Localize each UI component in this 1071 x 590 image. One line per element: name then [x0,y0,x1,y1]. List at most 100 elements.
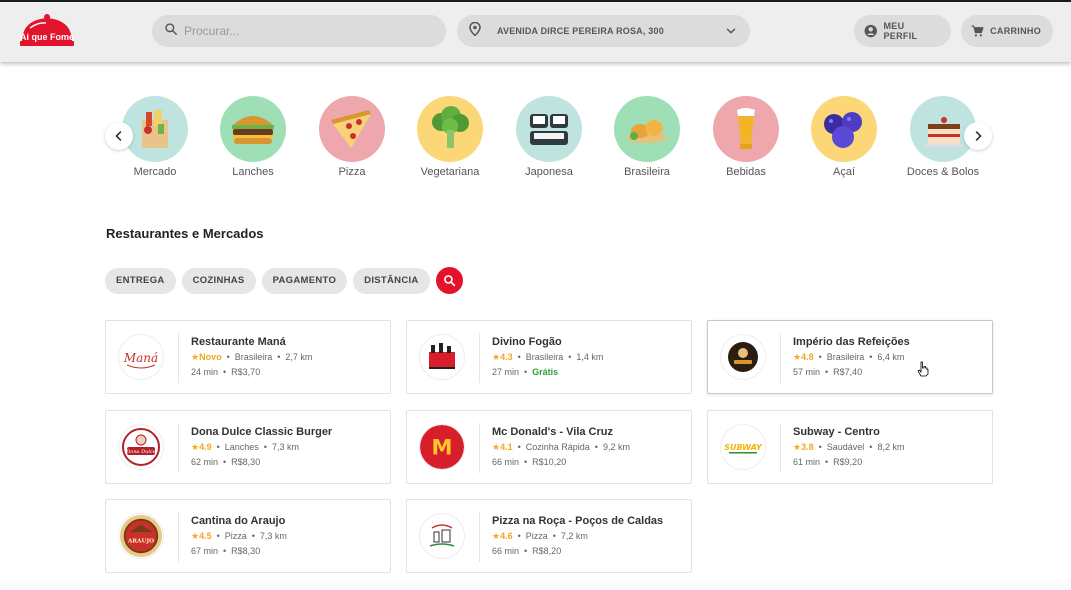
restaurant-card[interactable]: M Mc Donald's - Vila Cruz ★4.1 • Cozinha R… [406,410,692,484]
svg-text:M: M [432,435,453,460]
category-lanches[interactable]: Lanches [208,96,298,178]
category-acai[interactable]: Açaí [799,96,889,178]
location-pin-icon [469,21,481,41]
restaurant-logo [720,334,766,380]
address-text: AVENIDA DIRCE PEREIRA ROSA, 300 [497,26,664,36]
restaurant-distance: 9,2 km [602,442,630,452]
search-bar[interactable] [152,15,446,47]
svg-text:Maná: Maná [123,351,158,365]
restaurant-rating: 4.6 [500,531,513,541]
restaurant-name: Restaurante Maná [191,336,286,348]
restaurant-name: Dona Dulce Classic Burger [191,426,333,438]
restaurant-cuisine: Brasileira [234,352,273,362]
star-icon: ★ [191,352,200,362]
restaurant-card[interactable]: Dona Dulce Dona Dulce Classic Burger ★4.… [105,410,391,484]
category-label: Doces & Bolos [906,166,980,178]
restaurant-rating: 4.1 [500,442,513,452]
restaurant-name: Cantina do Araujo [191,515,286,527]
restaurant-rating: 4.3 [500,352,513,362]
restaurant-distance: 7,3 km [271,442,299,452]
filter-pagamento[interactable]: PAGAMENTO [261,267,348,294]
acai-icon [811,96,877,162]
filter-cozinhas[interactable]: COZINHAS [181,267,256,294]
cart-button[interactable]: CARRINHO [961,15,1053,47]
category-label: Mercado [133,166,177,178]
search-input[interactable] [184,24,424,38]
shopping-cart-icon [971,25,984,37]
restaurant-cuisine: Saudável [826,442,865,452]
delivery-time: 27 min [492,367,520,377]
chicken-icon [614,96,680,162]
sushi-icon [516,96,582,162]
my-profile-button[interactable]: MEU PERFIL [854,15,951,47]
delivery-time: 66 min [492,546,520,556]
restaurant-cuisine: Pizza [525,531,548,541]
delivery-fee: R$3,70 [231,367,261,377]
delivery-fee: Grátis [532,367,559,377]
restaurant-logo [419,513,465,559]
restaurant-card[interactable]: Império das Refeições ★4.8 • Brasileira • 6,… [707,320,993,394]
category-japonesa[interactable]: Japonesa [504,96,594,178]
restaurant-name: Império das Refeições [793,336,910,348]
category-label: Bebidas [726,166,766,178]
delivery-time: 24 min [191,367,219,377]
carousel-next-button[interactable] [964,122,992,150]
restaurant-card[interactable]: Pizza na Roça - Poços de Caldas ★4.6 • Piz… [406,499,692,573]
chevron-right-icon [975,131,982,141]
restaurant-rating: 4.5 [199,531,212,541]
category-label: Açaí [832,166,855,178]
delivery-fee: R$8,30 [231,457,261,467]
restaurant-rating: Novo [199,352,222,362]
restaurant-logo: Dona Dulce [118,424,164,470]
filter-distancia[interactable]: DISTÂNCIA [353,267,430,294]
category-pizza[interactable]: Pizza [307,96,397,178]
logo-text: Ai que Fome [20,32,74,42]
delivery-time: 67 min [191,546,219,556]
restaurant-name: Divino Fogão [492,336,562,348]
cart-label: CARRINHO [990,26,1041,36]
restaurant-rating: 4.9 [199,442,212,452]
filter-bar: ENTREGA COZINHAS PAGAMENTO DISTÂNCIA [105,267,463,294]
restaurant-card[interactable]: Divino Fogão ★4.3 • Brasileira • 1,4 km 27 m… [406,320,692,394]
delivery-fee: R$8,20 [532,546,562,556]
category-vegetariana[interactable]: Vegetariana [405,96,495,178]
restaurant-card[interactable]: ARAUJO Cantina do Araujo ★4.5 • Pizza • 7,3 … [105,499,391,573]
star-icon: ★ [191,531,200,541]
star-icon: ★ [492,531,501,541]
address-selector[interactable]: AVENIDA DIRCE PEREIRA ROSA, 300 [457,15,750,47]
category-label: Pizza [338,166,366,178]
category-label: Brasileira [624,166,670,178]
account-circle-icon [864,24,877,38]
restaurant-card[interactable]: Maná Restaurante Maná ★Novo • Brasileira • 2… [105,320,391,394]
restaurant-cuisine: Lanches [224,442,259,452]
ai-que-fome-logo[interactable]: Ai que Fome [18,12,76,50]
category-brasileira[interactable]: Brasileira [602,96,692,178]
filter-search-button[interactable] [435,267,463,294]
delivery-fee: R$8,30 [231,546,261,556]
star-icon: ★ [492,352,501,362]
category-bebidas[interactable]: Bebidas [701,96,791,178]
broccoli-icon [417,96,483,162]
restaurant-logo: Maná [118,334,164,380]
svg-text:Dona Dulce: Dona Dulce [125,449,155,455]
restaurant-cuisine: Brasileira [525,352,564,362]
search-icon [164,22,178,41]
restaurant-distance: 6,4 km [877,352,905,362]
svg-text:SUBWAY: SUBWAY [724,443,763,452]
chevron-left-icon [115,131,122,141]
restaurant-distance: 2,7 km [285,352,313,362]
section-title: Restaurantes e Mercados [106,226,264,241]
filter-entrega[interactable]: ENTREGA [105,267,176,294]
mouse-pointer-icon [917,361,929,382]
delivery-fee: R$7,40 [833,367,863,377]
restaurant-cuisine: Brasileira [826,352,865,362]
svg-text:ARAUJO: ARAUJO [127,539,154,545]
delivery-fee: R$9,20 [833,457,863,467]
restaurant-distance: 1,4 km [576,352,604,362]
restaurant-cuisine: Cozinha Rápida [525,442,590,452]
carousel-prev-button[interactable] [105,122,133,150]
star-icon: ★ [492,442,501,452]
restaurant-card[interactable]: SUBWAY Subway - Centro ★3.8 • Saudável • 8,2… [707,410,993,484]
my-profile-label: MEU PERFIL [883,21,918,41]
pizza-icon [319,96,385,162]
